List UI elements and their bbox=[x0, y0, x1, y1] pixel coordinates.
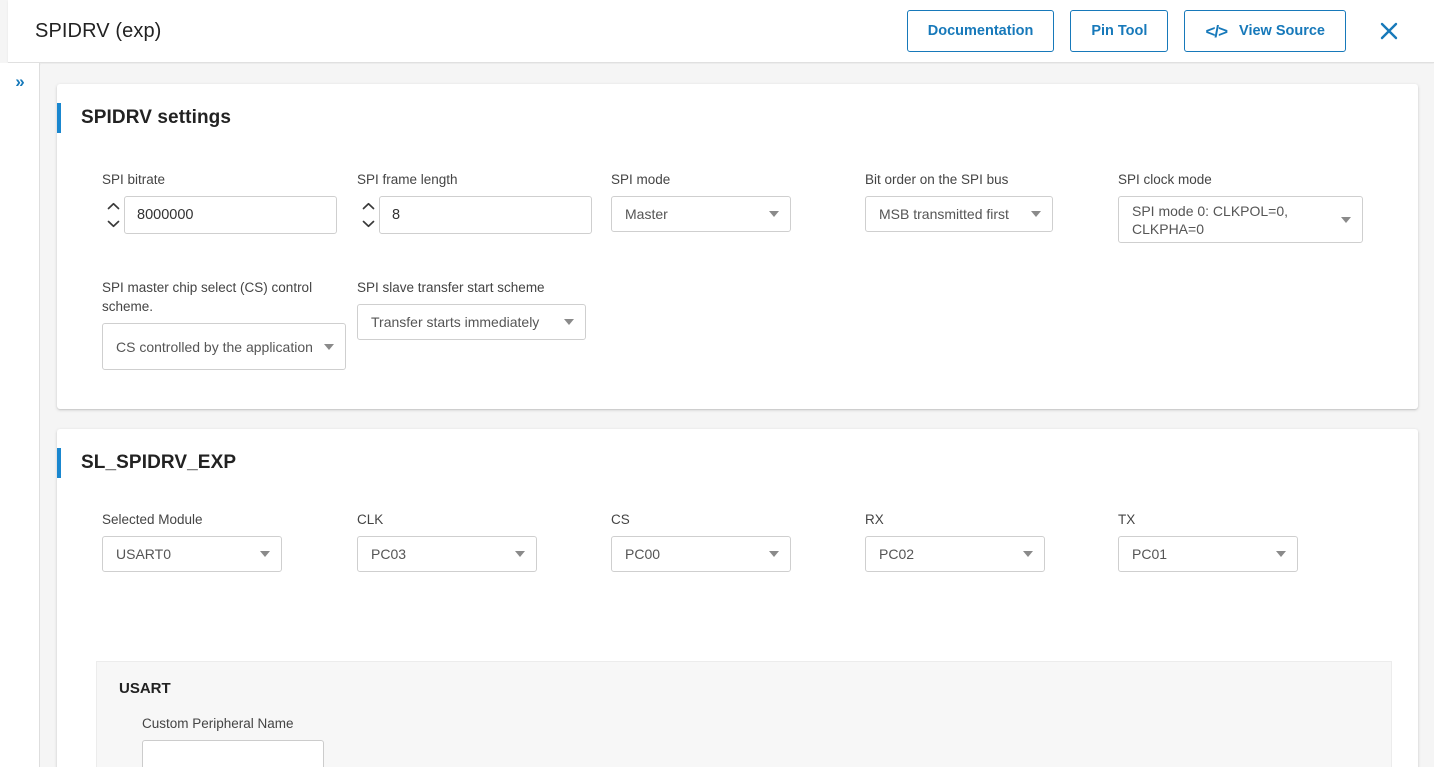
field-spi-mode: SPI mode Master bbox=[611, 170, 791, 232]
cs-label: CS bbox=[611, 510, 791, 529]
spi-bitrate-increment-icon[interactable] bbox=[102, 199, 124, 214]
field-spi-frame-length: SPI frame length bbox=[357, 170, 567, 234]
usart-panel: USART Custom Peripheral Name bbox=[96, 661, 1392, 767]
field-spi-bitrate: SPI bitrate bbox=[102, 170, 312, 234]
tx-value: PC01 bbox=[1132, 545, 1266, 563]
clk-label: CLK bbox=[357, 510, 537, 529]
custom-peripheral-name-input[interactable] bbox=[142, 740, 324, 767]
spi-mode-select[interactable]: Master bbox=[611, 196, 791, 232]
accent-bar bbox=[57, 448, 61, 478]
chevron-down-icon bbox=[1341, 217, 1351, 223]
accent-bar bbox=[57, 103, 61, 133]
chevron-down-icon bbox=[769, 551, 779, 557]
spi-clock-mode-select[interactable]: SPI mode 0: CLKPOL=0, CLKPHA=0 bbox=[1118, 196, 1363, 243]
spi-frame-length-stepper[interactable] bbox=[357, 196, 379, 234]
cs-control-scheme-value: CS controlled by the application bbox=[116, 338, 314, 356]
code-icon: </> bbox=[1205, 23, 1227, 40]
spidrv-settings-header: SPIDRV settings bbox=[57, 84, 1418, 133]
bit-order-value: MSB transmitted first bbox=[879, 205, 1021, 223]
selected-module-select[interactable]: USART0 bbox=[102, 536, 282, 572]
page-title: SPIDRV (exp) bbox=[35, 20, 161, 43]
cs-control-scheme-label: SPI master chip select (CS) control sche… bbox=[102, 278, 346, 316]
slave-transfer-start-value: Transfer starts immediately bbox=[371, 313, 554, 331]
expand-sidebar-icon[interactable]: » bbox=[8, 69, 32, 93]
pin-tool-button[interactable]: Pin Tool bbox=[1070, 10, 1168, 52]
spi-clock-mode-value: SPI mode 0: CLKPOL=0, CLKPHA=0 bbox=[1132, 202, 1331, 238]
chevron-down-icon bbox=[260, 551, 270, 557]
field-spi-clock-mode: SPI clock mode SPI mode 0: CLKPOL=0, CLK… bbox=[1118, 170, 1363, 243]
documentation-button-label: Documentation bbox=[928, 23, 1034, 39]
field-clk: CLK PC03 bbox=[357, 510, 537, 572]
selected-module-label: Selected Module bbox=[102, 510, 282, 529]
view-source-button-label: View Source bbox=[1239, 23, 1325, 39]
spi-clock-mode-label: SPI clock mode bbox=[1118, 170, 1363, 189]
window-header: SPIDRV (exp) Documentation Pin Tool </> … bbox=[8, 0, 1434, 63]
field-cs: CS PC00 bbox=[611, 510, 791, 572]
cs-select[interactable]: PC00 bbox=[611, 536, 791, 572]
spi-bitrate-decrement-icon[interactable] bbox=[102, 216, 124, 231]
tx-label: TX bbox=[1118, 510, 1298, 529]
spi-bitrate-control bbox=[102, 196, 312, 234]
chevron-down-icon bbox=[564, 319, 574, 325]
spi-frame-length-decrement-icon[interactable] bbox=[357, 216, 379, 231]
sl-spidrv-exp-title: SL_SPIDRV_EXP bbox=[81, 452, 236, 474]
usart-panel-title: USART bbox=[119, 680, 1391, 697]
sl-spidrv-exp-header: SL_SPIDRV_EXP bbox=[57, 429, 1418, 478]
spi-frame-length-input[interactable] bbox=[379, 196, 592, 234]
chevron-down-icon bbox=[1276, 551, 1286, 557]
field-custom-peripheral-name: Custom Peripheral Name bbox=[142, 714, 1391, 767]
left-rail: » bbox=[0, 63, 40, 767]
chevron-down-icon bbox=[1023, 551, 1033, 557]
chevron-down-icon bbox=[324, 344, 334, 350]
cs-value: PC00 bbox=[625, 545, 759, 563]
field-bit-order: Bit order on the SPI bus MSB transmitted… bbox=[865, 170, 1053, 232]
rx-value: PC02 bbox=[879, 545, 1013, 563]
bit-order-label: Bit order on the SPI bus bbox=[865, 170, 1053, 189]
custom-peripheral-name-label: Custom Peripheral Name bbox=[142, 714, 1391, 733]
spidrv-settings-title: SPIDRV settings bbox=[81, 107, 231, 129]
spi-mode-label: SPI mode bbox=[611, 170, 791, 189]
chevron-down-icon bbox=[769, 211, 779, 217]
header-actions: Documentation Pin Tool </> View Source bbox=[907, 10, 1434, 52]
spi-bitrate-input[interactable] bbox=[124, 196, 337, 234]
rx-label: RX bbox=[865, 510, 1045, 529]
settings-content: SPIDRV settings SPI bitrate SPI frame le… bbox=[41, 64, 1434, 767]
chevron-down-icon bbox=[515, 551, 525, 557]
sl-spidrv-exp-card: SL_SPIDRV_EXP Selected Module USART0 CLK… bbox=[57, 429, 1418, 767]
field-tx: TX PC01 bbox=[1118, 510, 1298, 572]
field-slave-transfer-start: SPI slave transfer start scheme Transfer… bbox=[357, 278, 586, 340]
cs-control-scheme-select[interactable]: CS controlled by the application bbox=[102, 323, 346, 370]
view-source-button[interactable]: </> View Source bbox=[1184, 10, 1346, 52]
selected-module-value: USART0 bbox=[116, 545, 250, 563]
tx-select[interactable]: PC01 bbox=[1118, 536, 1298, 572]
pin-tool-button-label: Pin Tool bbox=[1091, 23, 1147, 39]
close-button[interactable] bbox=[1368, 10, 1410, 52]
spi-bitrate-stepper[interactable] bbox=[102, 196, 124, 234]
spi-bitrate-label: SPI bitrate bbox=[102, 170, 312, 189]
field-cs-control-scheme: SPI master chip select (CS) control sche… bbox=[102, 278, 346, 370]
spi-frame-length-control bbox=[357, 196, 567, 234]
spidrv-settings-card: SPIDRV settings SPI bitrate SPI frame le… bbox=[57, 84, 1418, 409]
rx-select[interactable]: PC02 bbox=[865, 536, 1045, 572]
chevron-down-icon bbox=[1031, 211, 1041, 217]
spi-frame-length-increment-icon[interactable] bbox=[357, 199, 379, 214]
spi-mode-value: Master bbox=[625, 205, 759, 223]
slave-transfer-start-label: SPI slave transfer start scheme bbox=[357, 278, 586, 297]
close-icon bbox=[1378, 20, 1400, 42]
clk-value: PC03 bbox=[371, 545, 505, 563]
field-rx: RX PC02 bbox=[865, 510, 1045, 572]
field-selected-module: Selected Module USART0 bbox=[102, 510, 282, 572]
clk-select[interactable]: PC03 bbox=[357, 536, 537, 572]
documentation-button[interactable]: Documentation bbox=[907, 10, 1055, 52]
spi-frame-length-label: SPI frame length bbox=[357, 170, 567, 189]
slave-transfer-start-select[interactable]: Transfer starts immediately bbox=[357, 304, 586, 340]
bit-order-select[interactable]: MSB transmitted first bbox=[865, 196, 1053, 232]
